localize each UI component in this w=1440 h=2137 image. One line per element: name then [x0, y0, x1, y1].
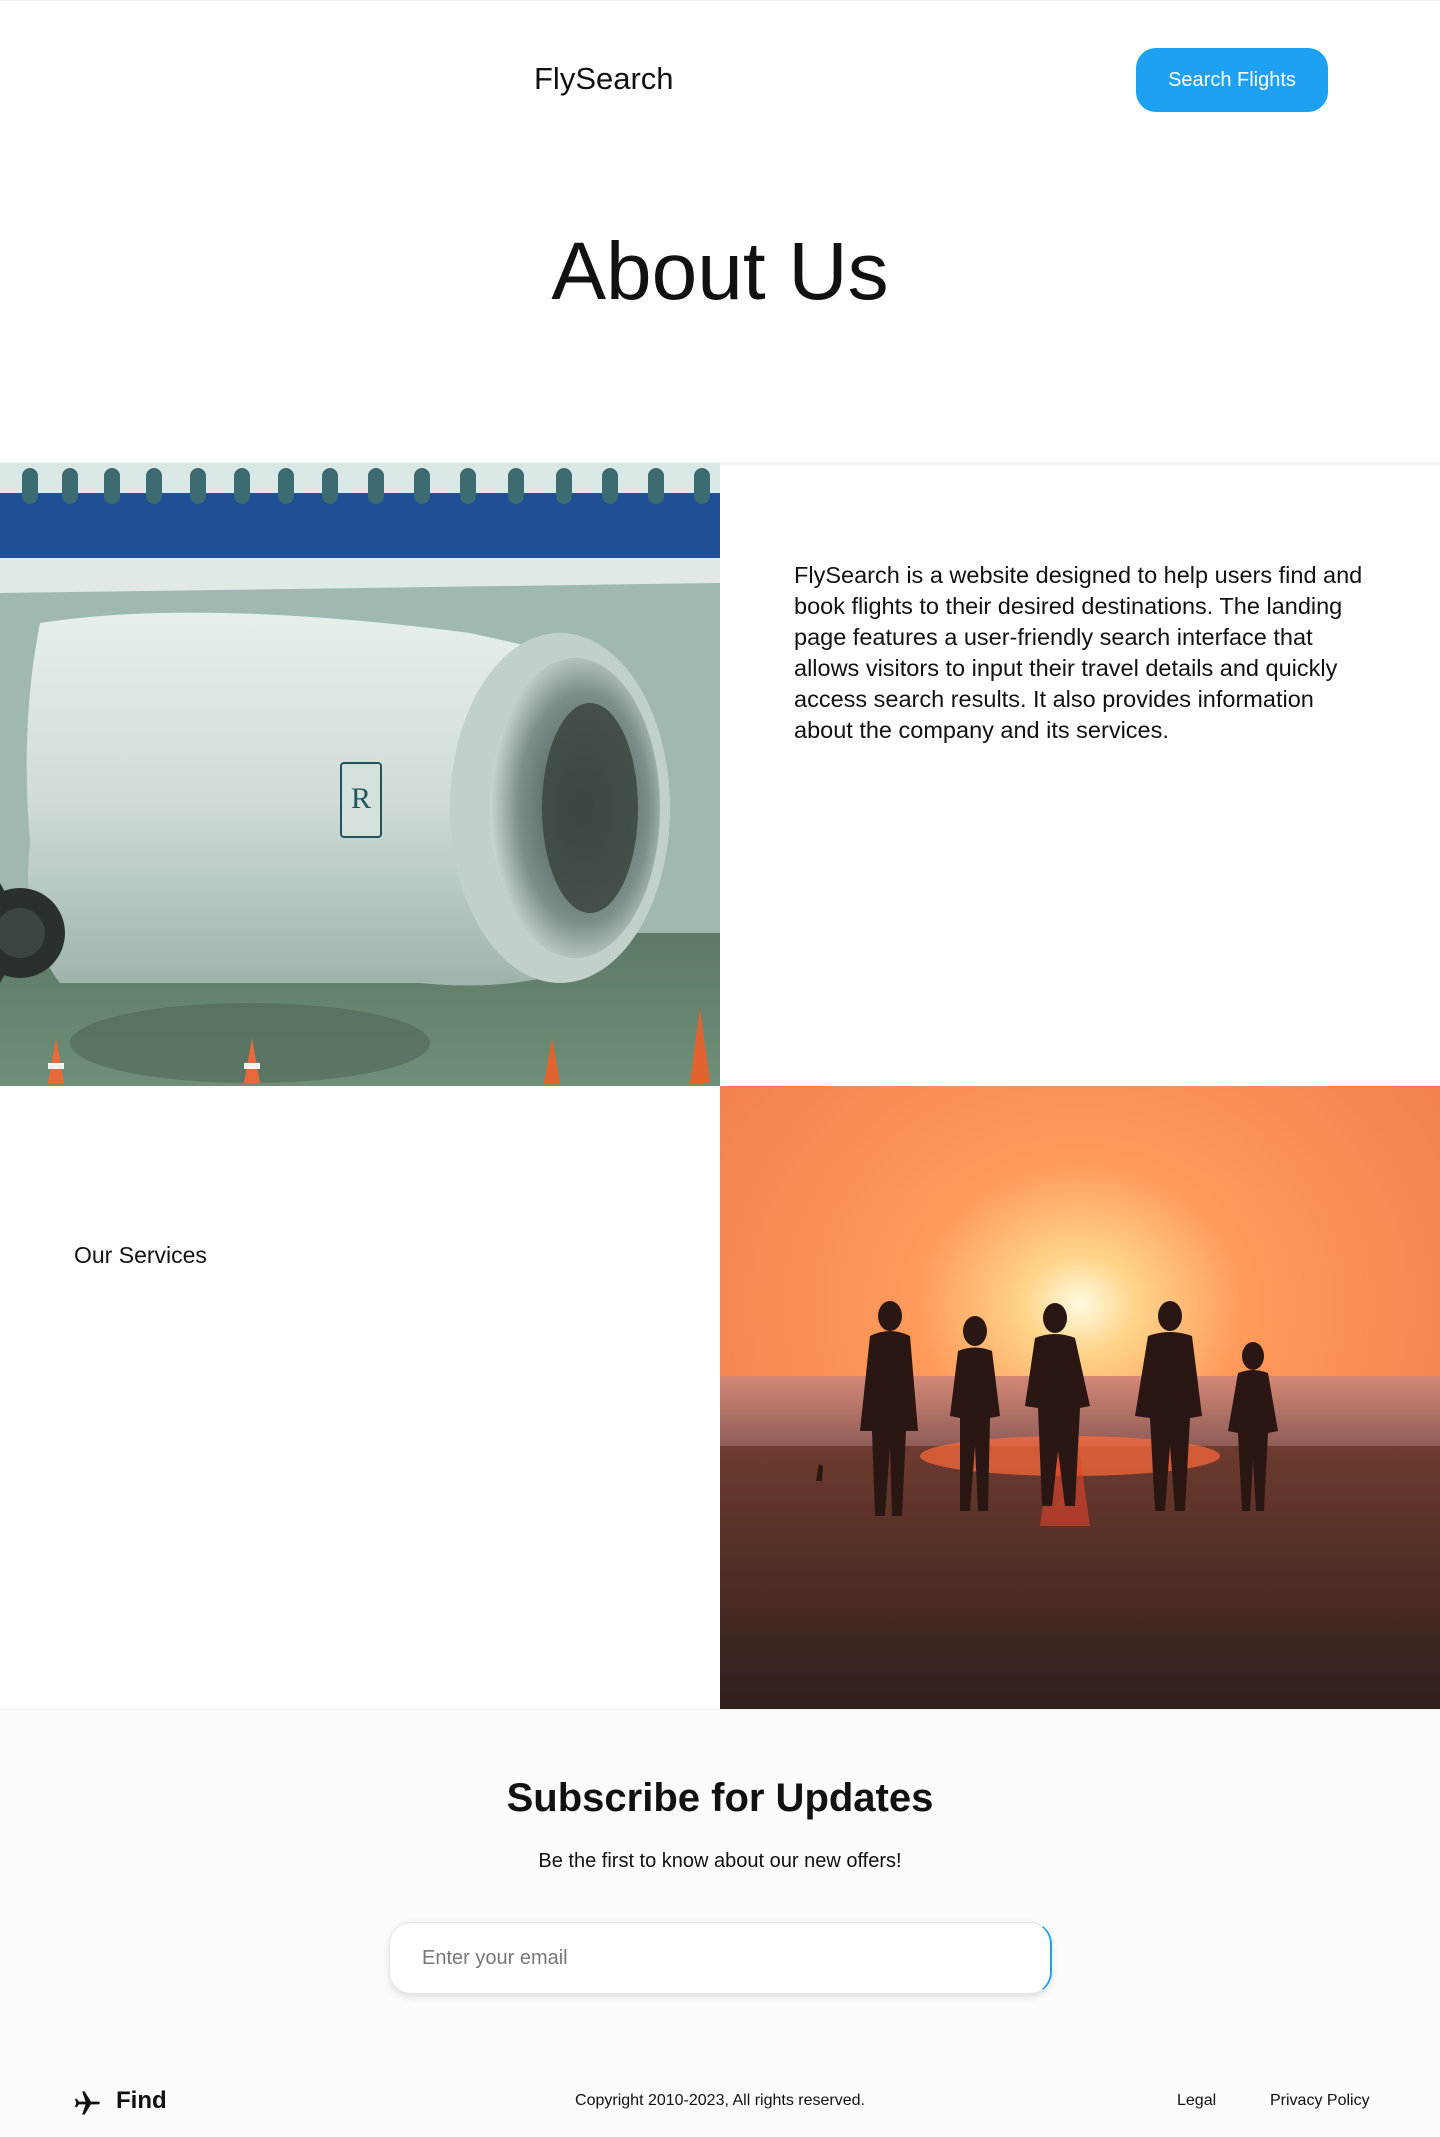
page-title: About Us	[551, 226, 889, 317]
about-description: FlySearch is a website designed to help …	[794, 562, 1363, 743]
brand-logo[interactable]: FlySearch	[534, 61, 674, 97]
site-footer: Find Copyright 2010-2023, All rights res…	[0, 2068, 1440, 2128]
about-grid: R FlySearch is a website designed to hel…	[0, 463, 1440, 1709]
copyright-text: Copyright 2010-2023, All rights reserved…	[575, 2092, 865, 2109]
site-header: FlySearch Search Flights	[0, 0, 1440, 160]
beach-sunset-image	[720, 1086, 1440, 1709]
subscribe-description: Be the first to know about our new offer…	[538, 1850, 902, 1872]
search-flights-button[interactable]: Search Flights	[1136, 48, 1328, 112]
svg-text:R: R	[351, 782, 371, 815]
services-heading: Our Services	[74, 1242, 207, 1268]
privacy-policy-link[interactable]: Privacy Policy	[1270, 2092, 1370, 2110]
legal-link[interactable]: Legal	[1177, 2092, 1216, 2110]
jet-engine-image: R	[0, 463, 720, 1086]
email-input[interactable]	[389, 1922, 1052, 1994]
subscribe-title: Subscribe for Updates	[506, 1776, 934, 1820]
